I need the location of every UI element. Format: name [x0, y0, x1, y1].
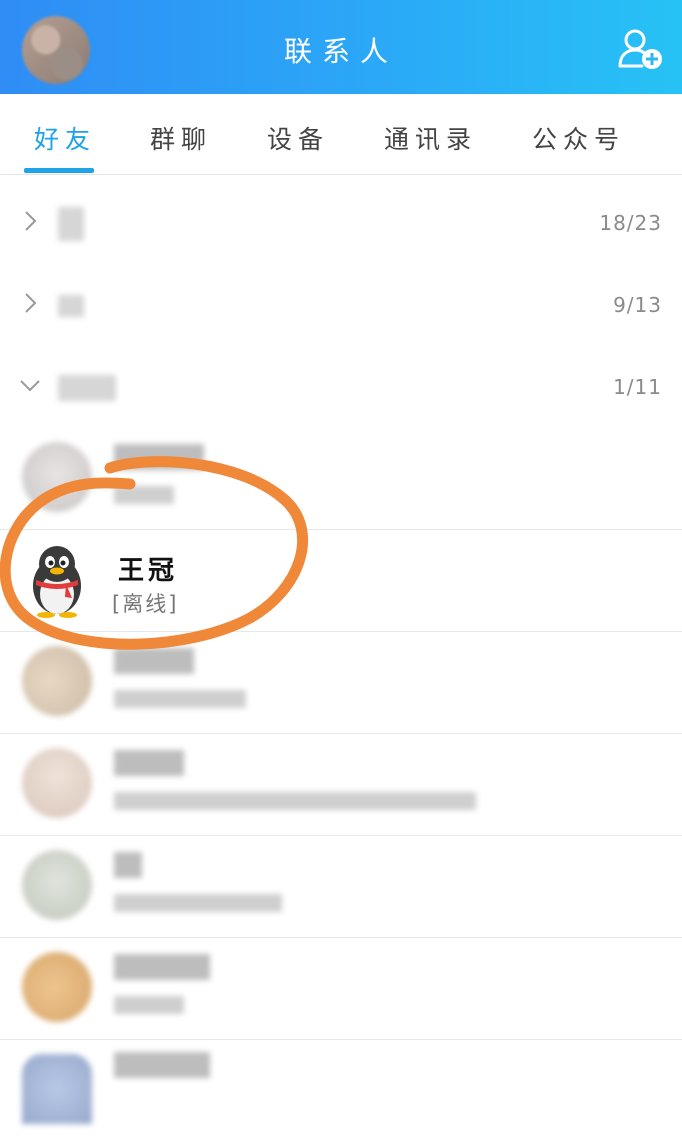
contact-status-blurred	[114, 690, 246, 708]
chevron-right-icon	[25, 293, 37, 313]
contact-row[interactable]: 王冠 [离线]	[0, 530, 682, 632]
tab-groups[interactable]: 群聊	[150, 120, 212, 156]
contact-name-blurred	[114, 1052, 210, 1078]
chevron-right-icon	[25, 211, 37, 231]
group-online-count: 1/11	[613, 375, 662, 399]
contact-status-blurred	[114, 486, 174, 504]
contact-avatar	[22, 748, 92, 818]
contact-name-blurred	[114, 444, 204, 470]
friend-group-row[interactable]: 18/23	[0, 183, 682, 265]
contact-row[interactable]	[0, 938, 682, 1040]
group-online-count: 18/23	[599, 211, 662, 235]
contact-name-blurred	[114, 750, 184, 776]
contact-status: [离线]	[112, 592, 179, 616]
add-friend-icon	[618, 29, 662, 69]
contact-row[interactable]	[0, 632, 682, 734]
page-title: 联系人	[283, 35, 398, 68]
contact-tabs: 好友 群聊 设备 通讯录 公众号	[0, 94, 682, 175]
contact-avatar	[22, 952, 92, 1022]
chevron-down-icon	[20, 380, 40, 392]
qq-penguin-icon	[33, 546, 81, 618]
tab-friends[interactable]: 好友	[34, 120, 96, 156]
group-name-blurred	[58, 375, 116, 401]
friend-group-row[interactable]: 9/13	[0, 265, 682, 347]
contact-status-blurred	[114, 894, 282, 912]
contact-name-blurred	[114, 648, 194, 674]
group-online-count: 9/13	[613, 293, 662, 317]
contact-row[interactable]	[0, 734, 682, 836]
contact-row[interactable]	[0, 836, 682, 938]
contact-row[interactable]	[0, 428, 682, 530]
contact-avatar	[22, 850, 92, 920]
add-friend-button[interactable]	[618, 28, 664, 70]
group-name-blurred	[58, 207, 84, 241]
contact-status-blurred	[114, 996, 184, 1014]
contact-status-blurred	[114, 792, 476, 810]
group-name-blurred	[58, 295, 84, 317]
contact-name-blurred	[114, 852, 142, 878]
active-tab-indicator	[24, 168, 94, 173]
friend-group-row-expanded[interactable]: 1/11	[0, 347, 682, 429]
contact-avatar	[22, 1054, 92, 1124]
tab-devices[interactable]: 设备	[267, 120, 329, 156]
contact-row[interactable]	[0, 1040, 682, 1141]
app-header: 联系人	[0, 0, 682, 94]
contact-name-blurred	[114, 954, 210, 980]
contact-avatar	[22, 646, 92, 716]
tab-public-accounts[interactable]: 公众号	[532, 120, 625, 156]
contact-avatar	[22, 442, 92, 512]
tab-address-book[interactable]: 通讯录	[384, 120, 477, 156]
contact-name: 王冠	[118, 556, 179, 586]
